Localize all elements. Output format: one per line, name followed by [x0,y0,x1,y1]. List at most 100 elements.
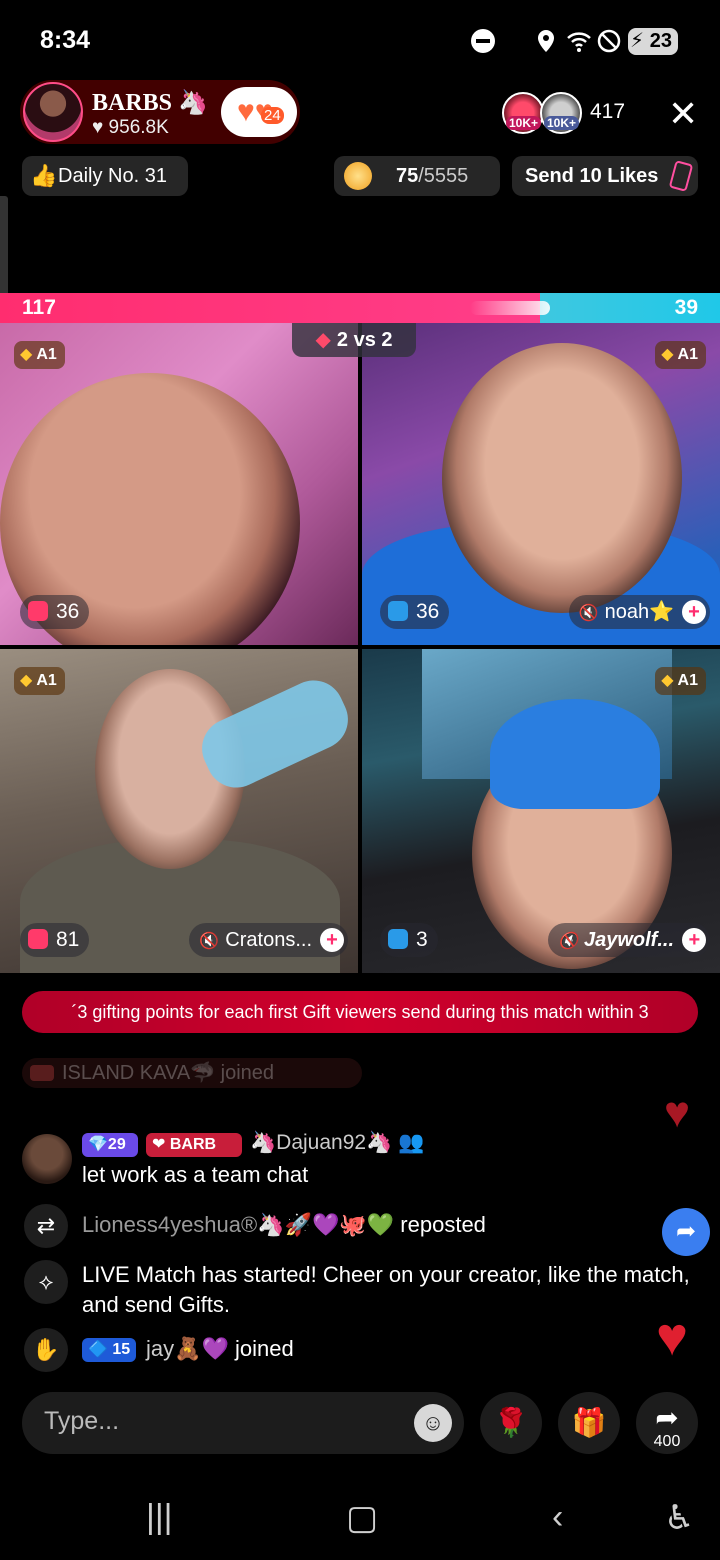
video-tile-guest[interactable]: ◆ A1 81 🔇 Cratons... + [0,649,358,973]
muted-icon: 🔇 [578,605,599,622]
repost-icon: ⇄ [24,1204,68,1248]
guest-nametag[interactable]: 🔇 noah⭐ + [568,595,710,629]
handshake-icon: ⟡ [24,1260,68,1304]
gift-button[interactable]: 🎁 [558,1392,620,1454]
wave-icon: ✋ [24,1328,68,1372]
score-bar-left [0,293,540,323]
fan-club-count: 24 [261,107,284,124]
repost-action: reposted [394,1212,486,1237]
score-left: 117 [22,296,56,319]
no-sim-icon [597,29,621,53]
level-badge [30,1065,54,1081]
phone-icon [668,160,694,192]
daily-rank-chip[interactable]: 👍 Daily No. 31 [22,156,188,196]
rank-badge: ◆ A1 [655,341,706,369]
floating-heart-icon: ♥ [656,1307,689,1367]
close-icon[interactable]: ✕ [668,93,698,135]
chat-message: let work as a team chat [82,1162,309,1187]
host-like-count: ♥ 956.8K [92,117,169,138]
repost-notice: Lioness4yeshua®🦄🚀💜🐙💚 reposted [82,1212,486,1238]
location-icon [538,30,554,52]
top-viewer-badge: 10K+ [506,116,542,130]
battle-icon: ◆ [315,329,331,351]
team-timer-icon [28,929,48,949]
system-nav-bar: ||| ▢ ‹ ♿ [0,1476,720,1560]
score-divider-spark [470,301,550,315]
top-viewer-badge: 10K+ [544,116,580,130]
repost-username[interactable]: Lioness4yeshua®🦄🚀💜🐙💚 [82,1212,394,1237]
level-badge: 💎29 [82,1133,138,1157]
goal-chip[interactable]: 75/5555 [334,156,500,196]
goal-current: 75 [396,165,419,187]
tile-points: 81 [20,923,90,957]
guest-nametag[interactable]: 🔇 Cratons... + [189,923,348,957]
diamond-icon: ◆ [661,672,674,689]
fan-club-badge: ❤ BARB [146,1133,242,1157]
match-mode-badge: ◆ 2 vs 2 [292,323,416,357]
team-timer-icon [388,601,408,621]
tile-points: 3 [380,923,438,957]
share-arrow-button[interactable]: ➦ [662,1208,710,1256]
diamond-icon: ◆ [20,346,33,363]
system-message: LIVE Match has started! Cheer on your cr… [82,1262,690,1317]
viewer-count[interactable]: 417 [590,100,625,124]
battery-charging-icon: ⚡ [630,30,645,52]
fading-join-notice: ISLAND KAVA🦈 joined [22,1058,362,1088]
follow-plus-icon[interactable]: + [682,928,706,952]
match-info-banner[interactable]: ´3 gifting points for each first Gift vi… [22,991,698,1033]
join-username[interactable]: jay🧸💜 [146,1336,229,1361]
accessibility-icon[interactable]: ♿ [664,1498,694,1538]
team-timer-icon [28,601,48,621]
score-right: 39 [674,296,698,319]
goal-total: /5555 [418,165,469,187]
group-icon: 👥 [398,1131,425,1154]
emoji-icon[interactable]: ☺ [414,1404,452,1442]
floating-heart-icon: ♥ [664,1088,691,1137]
back-icon[interactable]: ‹ [552,1498,563,1537]
follow-plus-icon[interactable]: + [682,600,706,624]
battle-score-bar: 117 39 [0,293,720,323]
rose-gift-button[interactable]: 🌹 [480,1392,542,1454]
host-profile-pill[interactable]: BARBS 🦄 ♥ 956.8K ♥♥ 24 [20,80,300,144]
rank-badge: ◆ A1 [655,667,706,695]
chat-avatar[interactable] [22,1134,72,1184]
fan-club-button[interactable]: ♥♥ 24 [221,87,297,137]
guest-nametag[interactable]: 🔇 Jaywolf... + [548,923,710,957]
dnd-icon [471,29,495,53]
share-button[interactable]: ➦ 400 [636,1392,698,1454]
comment-placeholder: Type... [44,1407,120,1435]
send-likes-chip[interactable]: Send 10 Likes [512,156,698,196]
rank-badge: ◆ A1 [14,667,65,695]
join-notice: jay🧸💜 joined [146,1336,294,1361]
video-tile-guest[interactable]: ◆ A1 36 🔇 noah⭐ + [362,323,720,645]
host-avatar[interactable] [23,82,83,142]
send-likes-label: Send 10 Likes [525,165,659,187]
share-count: 400 [653,1433,681,1450]
participant-face [442,343,682,613]
rank-badge: ◆ A1 [14,341,65,369]
battery-indicator: ⚡ 23 [628,28,678,55]
level-badge: 🔷 15 [82,1338,137,1362]
follow-plus-icon[interactable]: + [320,928,344,952]
clock: 8:34 [40,26,91,54]
share-icon: ➦ [655,1402,679,1433]
diamond-icon: ◆ [20,672,33,689]
wifi-icon [567,32,591,52]
bottle-shape [192,670,358,798]
video-tile-host[interactable]: ◆ A1 36 [0,323,358,645]
muted-icon: 🔇 [558,933,578,950]
video-tile-guest[interactable]: ◆ A1 3 🔇 Jaywolf... + [362,649,720,973]
recent-apps-icon[interactable]: ||| [146,1498,173,1537]
gift-icon: 🎁 [571,1407,607,1438]
rose-icon: 🌹 [493,1407,529,1438]
hand-icon: 👍 [30,163,58,188]
tile-points: 36 [380,595,450,629]
daily-rank-label: Daily No. 31 [58,165,167,187]
home-icon[interactable]: ▢ [346,1498,378,1538]
diamond-icon: ◆ [661,346,674,363]
chat-username[interactable]: 🦄Dajuan92🦄 👥 [250,1131,424,1155]
host-name: BARBS 🦄 [92,90,208,116]
status-bar: 8:34 ⚡ 23 [0,0,720,80]
comment-input[interactable]: Type... ☺ [22,1392,464,1454]
participant-cap [490,699,660,809]
